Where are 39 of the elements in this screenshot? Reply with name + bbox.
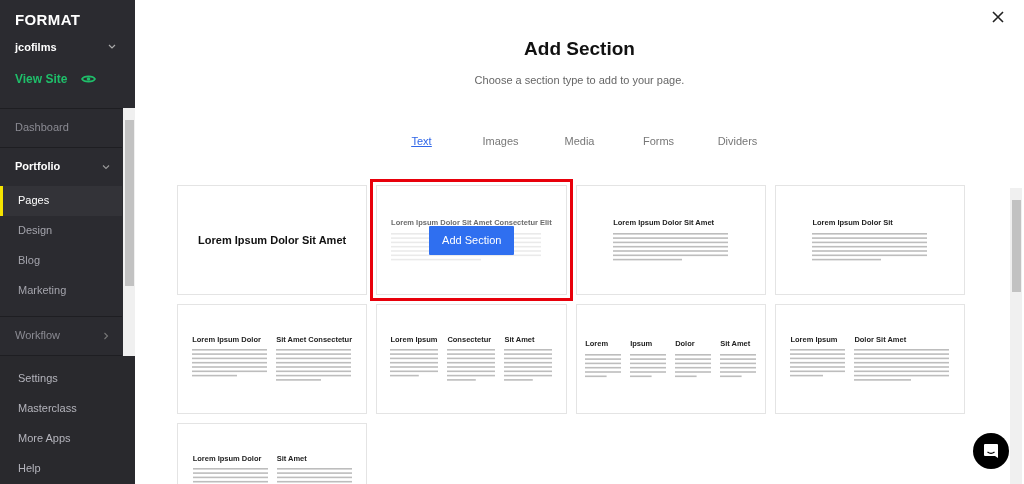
view-site-link[interactable]: View Site: [15, 69, 68, 88]
close-button[interactable]: [990, 9, 1006, 25]
tab[interactable]: Images: [461, 132, 540, 149]
text-lines-drawing: [675, 353, 712, 380]
text-lines-drawing: [720, 353, 757, 380]
chat-button[interactable]: [973, 433, 1009, 469]
nav-link[interactable]: Masterclass: [0, 393, 135, 424]
nav-link[interactable]: Settings: [0, 363, 135, 394]
nav-link[interactable]: Help: [0, 453, 135, 484]
chevron-right-icon[interactable]: [102, 331, 110, 340]
scrollbar[interactable]: [1010, 188, 1022, 484]
tab[interactable]: Text: [382, 132, 461, 149]
tab[interactable]: Media: [540, 132, 619, 149]
text-lines-drawing: [447, 349, 496, 384]
scrollbar[interactable]: [123, 107, 135, 356]
tab[interactable]: Forms: [619, 132, 698, 149]
text-lines-drawing: [504, 349, 553, 384]
nav-item[interactable]: Pages: [0, 185, 122, 216]
add-section-button[interactable]: Add Section: [429, 226, 515, 255]
tab[interactable]: Dividers: [698, 132, 777, 149]
logo[interactable]: FORMAT: [15, 12, 120, 27]
dialog-subtitle: Choose a section type to add to your page.: [474, 73, 685, 88]
nav-item[interactable]: Design: [0, 215, 122, 246]
account-name[interactable]: jcofilms: [15, 39, 57, 56]
nav-group[interactable]: Workflow: [15, 327, 61, 344]
text-lines-drawing: [585, 353, 622, 380]
section-card[interactable]: Lorem Ipsum Dolor Sit Amet: [177, 185, 368, 295]
nav-item[interactable]: Marketing: [0, 275, 122, 306]
chevron-down-icon[interactable]: [108, 44, 116, 51]
chevron-down-icon[interactable]: [102, 162, 110, 171]
chat-bubble-icon: [983, 443, 999, 459]
nav-link[interactable]: More Apps: [0, 423, 135, 454]
nav-group[interactable]: Portfolio: [15, 158, 61, 175]
nav-link[interactable]: Dashboard: [0, 108, 122, 147]
nav-item[interactable]: Blog: [0, 245, 122, 276]
dialog-title: Add Section: [524, 37, 635, 61]
eye-icon[interactable]: [81, 73, 97, 84]
card-heading: Lorem Ipsum Dolor Sit Amet: [198, 232, 347, 248]
text-lines-drawing: [630, 353, 667, 380]
